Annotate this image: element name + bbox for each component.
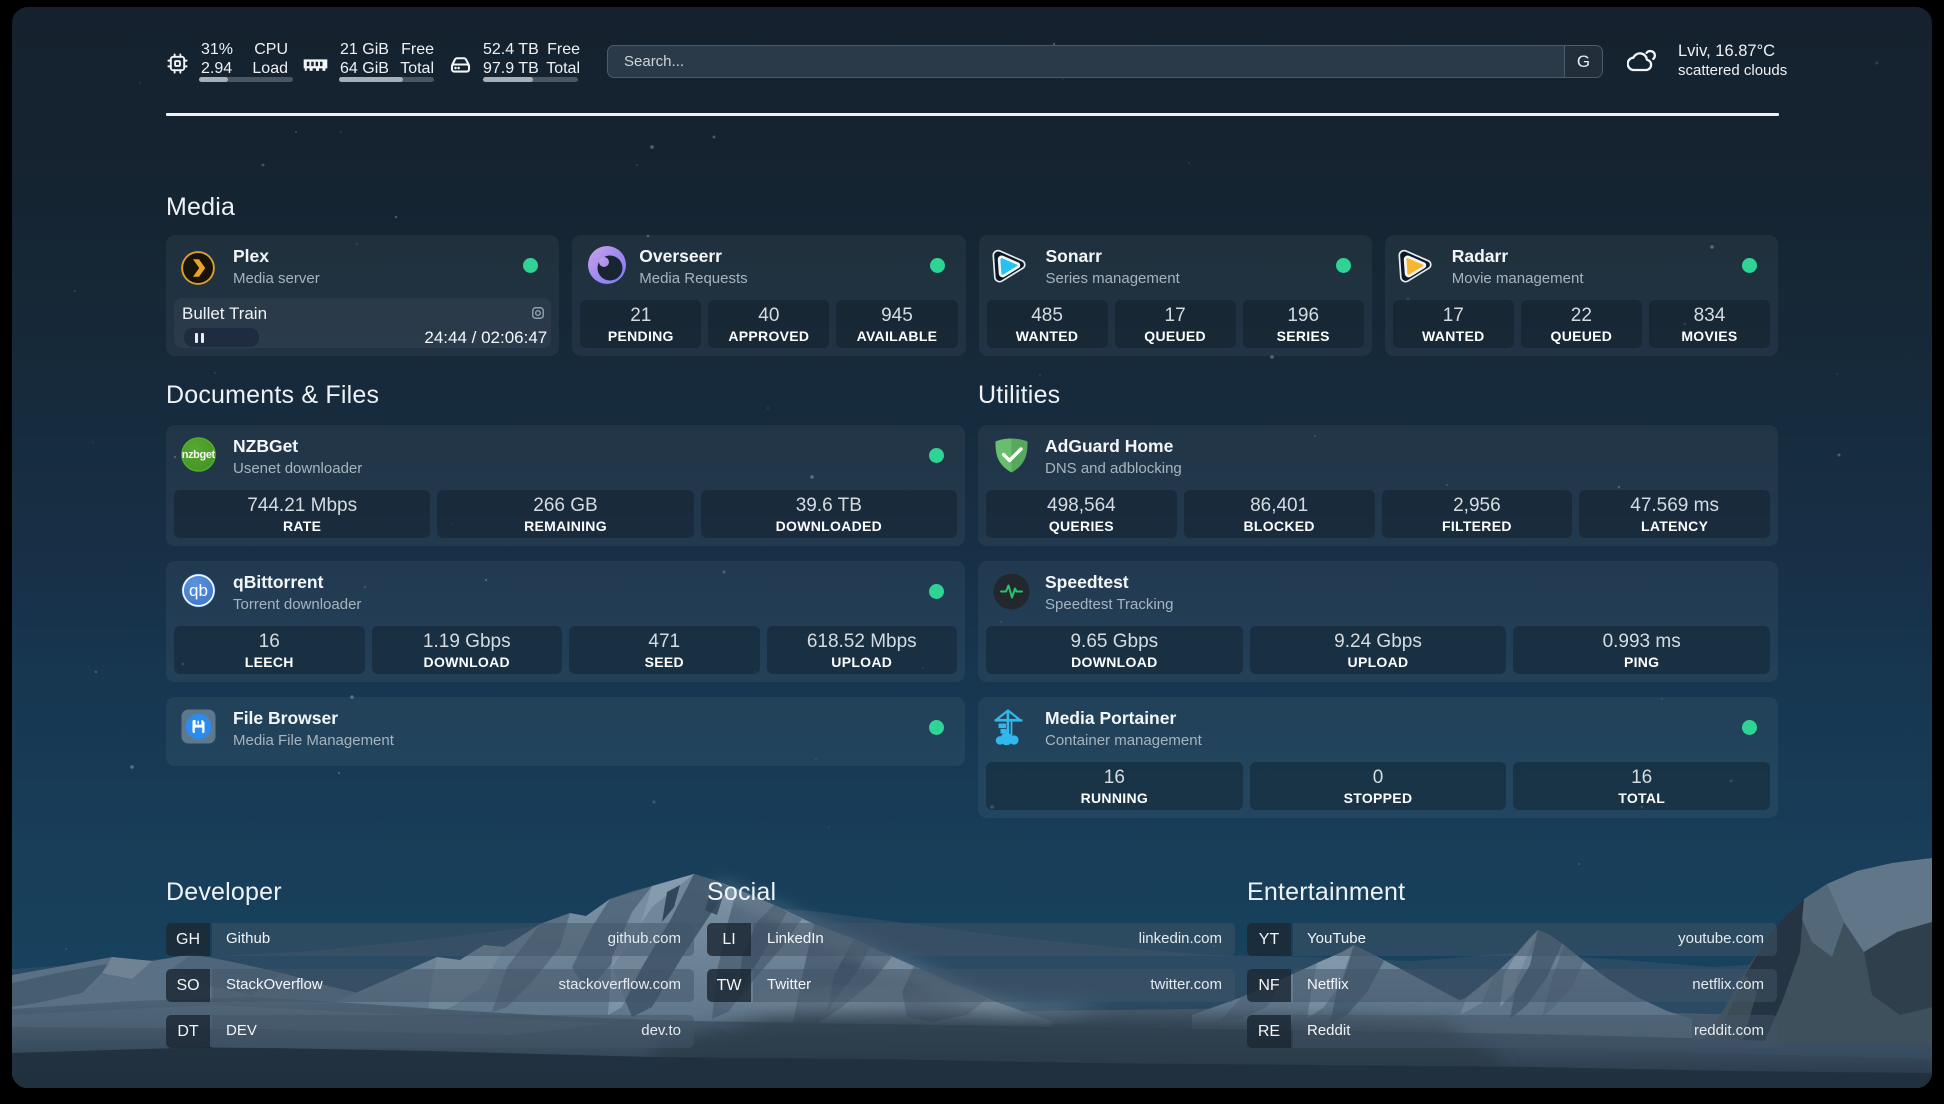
svg-text:nzbget: nzbget [182, 449, 216, 461]
svg-text:qb: qb [189, 581, 208, 600]
